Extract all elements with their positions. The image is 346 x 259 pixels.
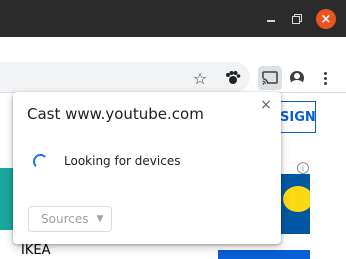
minimize-icon: [267, 20, 275, 22]
ad-image[interactable]: [277, 174, 310, 234]
tab-strip-area: [0, 37, 346, 63]
ad-advertiser-label[interactable]: IKEA: [21, 243, 50, 258]
kebab-dot-icon: [323, 81, 327, 85]
status-text: Looking for devices: [64, 154, 181, 168]
window-close-button[interactable]: ×: [316, 9, 336, 29]
cast-button[interactable]: [258, 66, 282, 90]
maximize-icon-back: [292, 16, 300, 24]
sources-dropdown[interactable]: Sources ▼: [28, 206, 112, 232]
cast-icon: [262, 71, 278, 85]
close-icon[interactable]: ×: [257, 96, 275, 114]
avatar-body: [291, 80, 303, 85]
cast-dialog: × Cast www.youtube.com Looking for devic…: [13, 92, 281, 244]
profile-button[interactable]: [286, 67, 308, 89]
kebab-dot-icon: [323, 76, 327, 80]
bookmark-star-icon[interactable]: ☆: [189, 67, 211, 89]
kebab-dot-icon: [323, 71, 327, 75]
ad-cta-button[interactable]: [218, 250, 310, 259]
sources-label: Sources: [41, 212, 89, 226]
dialog-title: Cast www.youtube.com: [27, 105, 204, 123]
maximize-button[interactable]: [289, 11, 305, 27]
chevron-down-icon: ▼: [96, 214, 104, 224]
paw-icon: [226, 71, 241, 84]
avatar-head: [294, 73, 300, 79]
ad-banner-left[interactable]: [0, 168, 13, 230]
extension-icon[interactable]: [222, 67, 244, 89]
ad-image-logo-shape: [283, 186, 310, 212]
minimize-button[interactable]: [263, 11, 279, 27]
sign-in-button[interactable]: SIGN IN: [276, 101, 316, 133]
address-bar[interactable]: [0, 62, 250, 92]
browser-menu-button[interactable]: [314, 67, 336, 89]
loading-spinner-icon: [33, 154, 48, 169]
avatar-icon: [290, 71, 304, 85]
ad-info-icon[interactable]: i: [297, 162, 309, 174]
